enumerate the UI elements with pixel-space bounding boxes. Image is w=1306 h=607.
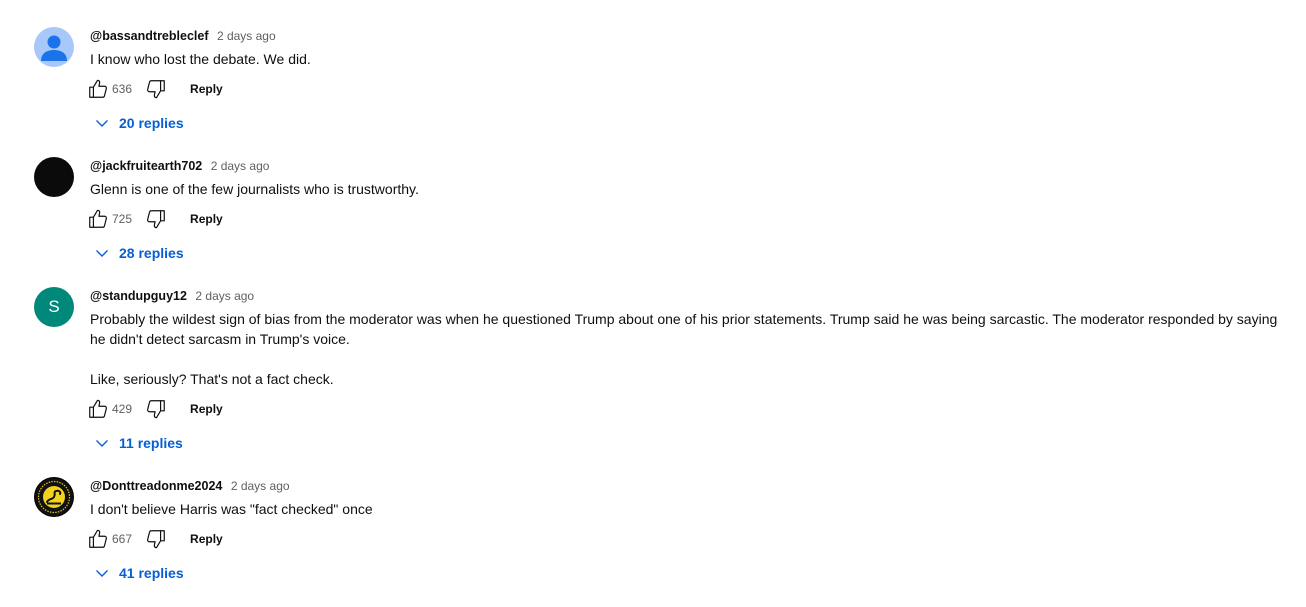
author-name[interactable]: @Donttreadonme2024 [90,479,222,493]
thumbs-up-icon [89,529,107,548]
thumbs-down-icon [147,530,165,549]
replies-count-label: 20 replies [119,115,184,131]
comment-time[interactable]: 2 days ago [217,29,276,43]
comment-body: @bassandtrebleclef 2 days ago I know who… [89,27,1298,141]
reply-button[interactable]: Reply [190,212,223,226]
like-count: 725 [112,212,133,226]
view-replies-button[interactable]: 41 replies [92,555,1298,591]
thumbs-down-icon [147,210,165,229]
comment-toolbar: 636 Reply [86,73,1292,105]
replies-count-label: 41 replies [119,565,184,581]
comment-toolbar: 429 Reply [86,393,1292,425]
avatar[interactable]: S [34,287,74,327]
chevron-down-icon [92,433,112,453]
chevron-down-icon [92,113,112,133]
thumbs-up-icon [89,209,107,228]
comment-paragraph: Probably the wildest sign of bias from t… [90,311,1278,347]
comment-time[interactable]: 2 days ago [231,479,290,493]
default-person-icon [41,35,67,61]
comment-body: @jackfruitearth702 2 days ago Glenn is o… [89,157,1298,271]
thumbs-up-icon [89,399,107,418]
avatar[interactable] [34,27,74,67]
comment-body: @Donttreadonme2024 2 days ago I don't be… [89,477,1298,591]
avatar[interactable] [34,157,74,197]
replies-count-label: 28 replies [119,245,184,261]
gadsden-flag-icon [35,478,73,516]
dislike-button[interactable] [144,207,168,231]
avatar[interactable] [34,477,74,517]
comment-header: @bassandtrebleclef 2 days ago [90,27,1296,45]
author-name[interactable]: @standupguy12 [90,289,187,303]
author-name[interactable]: @bassandtrebleclef [90,29,208,43]
chevron-down-icon [92,563,112,583]
view-replies-button[interactable]: 20 replies [92,105,1298,141]
avatar-letter: S [48,297,60,316]
like-count: 429 [112,402,133,416]
reply-button[interactable]: Reply [190,82,223,96]
comment-paragraph: I don't believe Harris was "fact checked… [90,501,373,517]
comment-toolbar: 725 Reply [86,203,1292,235]
like-button[interactable] [86,397,110,421]
comment-time[interactable]: 2 days ago [195,289,254,303]
view-replies-button[interactable]: 28 replies [92,235,1298,271]
view-replies-button[interactable]: 11 replies [92,425,1298,461]
comment-text: Probably the wildest sign of bias from t… [90,309,1296,389]
comment-text: I don't believe Harris was "fact checked… [90,499,1296,519]
dislike-button[interactable] [144,397,168,421]
author-name[interactable]: @jackfruitearth702 [90,159,202,173]
thumbs-down-icon [147,400,165,419]
like-button[interactable] [86,527,110,551]
thumbs-down-icon [147,80,165,99]
like-button[interactable] [86,77,110,101]
reply-button[interactable]: Reply [190,402,223,416]
dislike-button[interactable] [144,527,168,551]
comment-header: @Donttreadonme2024 2 days ago [90,477,1296,495]
like-button[interactable] [86,207,110,231]
comment-text: Glenn is one of the few journalists who … [90,179,1296,199]
comment-paragraph: Like, seriously? That's not a fact check… [90,371,334,387]
thumbs-up-icon [89,79,107,98]
chevron-down-icon [92,243,112,263]
comment-paragraph: Glenn is one of the few journalists who … [90,181,419,197]
comment-text: I know who lost the debate. We did. [90,49,1296,69]
comment-header: @jackfruitearth702 2 days ago [90,157,1296,175]
comment-body: @standupguy12 2 days ago Probably the wi… [89,287,1298,461]
reply-button[interactable]: Reply [190,532,223,546]
comment-toolbar: 667 Reply [86,523,1292,555]
like-count: 636 [112,82,133,96]
like-count: 667 [112,532,133,546]
comment-header: @standupguy12 2 days ago [90,287,1296,305]
comment-paragraph: I know who lost the debate. We did. [90,51,311,67]
dislike-button[interactable] [144,77,168,101]
replies-count-label: 11 replies [119,435,183,451]
comment-time[interactable]: 2 days ago [211,159,270,173]
